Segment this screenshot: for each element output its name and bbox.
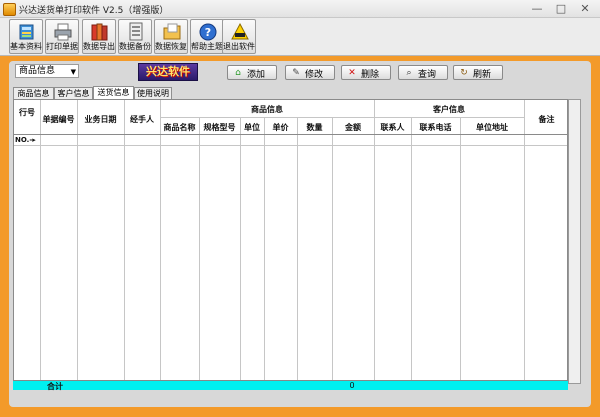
brand-logo: 兴达软件	[138, 63, 198, 81]
col-spec: 规格型号	[203, 123, 236, 132]
window-title: 兴达送货单打印软件 V2.5（增强版）	[19, 6, 169, 16]
data-restore-button[interactable]: 数据恢复	[154, 19, 188, 54]
content-panel: 商品信息 ▼ 兴达软件 ⌂ 添加 ✎ 修改 ✕ 删除 ⌕ 查询 ↻ 刷新 商品信…	[9, 61, 591, 407]
col-bill-no: 单据编号	[42, 115, 75, 124]
books-icon	[91, 23, 108, 41]
refresh-icon: ↻	[460, 68, 468, 78]
col-row-no: 行号	[19, 108, 35, 117]
refresh-button[interactable]: ↻ 刷新	[453, 65, 503, 80]
col-address: 单位地址	[476, 123, 508, 132]
search-icon: ⌕	[406, 68, 412, 78]
close-button[interactable]: ✕	[574, 2, 596, 16]
module-select-value: 商品信息	[19, 66, 56, 76]
backup-icon	[129, 22, 143, 41]
svg-text:?: ?	[205, 26, 211, 39]
main-frame: 商品信息 ▼ 兴达软件 ⌂ 添加 ✎ 修改 ✕ 删除 ⌕ 查询 ↻ 刷新 商品信…	[0, 56, 600, 417]
col-price: 单价	[272, 123, 289, 132]
total-row: 合计 0	[13, 380, 568, 391]
home-add-icon: ⌂	[235, 68, 241, 78]
query-button[interactable]: ⌕ 查询	[398, 65, 448, 80]
chevron-down-icon: ▼	[70, 68, 76, 76]
help-icon: ?	[199, 23, 217, 41]
col-phone: 联系电话	[419, 123, 452, 132]
col-group-customer: 客户信息	[433, 105, 465, 114]
wrench-icon: ✎	[292, 68, 300, 78]
col-group-goods: 商品信息	[251, 105, 283, 114]
tab-customer-info[interactable]: 客户信息	[54, 87, 93, 99]
delete-x-icon: ✕	[348, 68, 356, 78]
basic-data-button[interactable]: 基本资料	[9, 19, 43, 54]
data-backup-button[interactable]: 数据备份	[118, 19, 152, 54]
col-contact: 联系人	[380, 123, 405, 132]
vertical-scrollbar[interactable]	[568, 99, 581, 384]
minimize-button[interactable]: —	[526, 2, 548, 16]
total-label: 合计	[47, 382, 63, 391]
edit-button[interactable]: ✎ 修改	[285, 65, 335, 80]
col-amount: 金额	[345, 123, 361, 132]
module-select[interactable]: 商品信息 ▼	[15, 64, 79, 78]
total-amount: 0	[349, 381, 355, 390]
col-biz-date: 业务日期	[84, 115, 117, 124]
restore-folder-icon	[163, 23, 181, 40]
delete-button[interactable]: ✕ 删除	[341, 65, 391, 80]
database-icon	[19, 24, 34, 40]
delivery-table[interactable]: 行号 单据编号 业务日期 经手人 商品信息 商品名称 规格型号 单位 单价 数量…	[13, 99, 568, 384]
tab-goods-info[interactable]: 商品信息	[13, 87, 54, 99]
col-unit: 单位	[244, 123, 260, 132]
maximize-button[interactable]: □	[550, 2, 572, 16]
printer-icon	[54, 23, 72, 41]
exit-software-button[interactable]: 退出软件	[222, 19, 256, 54]
col-handler: 经手人	[130, 115, 154, 124]
col-remark: 备注	[538, 115, 555, 124]
exit-icon	[231, 22, 249, 40]
col-goods-name: 商品名称	[163, 123, 196, 132]
tab-delivery-info[interactable]: 送货信息	[93, 86, 134, 99]
data-export-button[interactable]: 数据导出	[82, 19, 116, 54]
add-button[interactable]: ⌂ 添加	[227, 65, 277, 80]
title-bar: 兴达送货单打印软件 V2.5（增强版） — □ ✕	[0, 0, 600, 18]
main-toolbar: 基本资料 打印单据 数据导出 数据备份 数据恢复 ? 帮助主题 退出软件	[0, 18, 600, 56]
tab-usage-guide[interactable]: 使用说明	[134, 87, 172, 99]
print-bill-button[interactable]: 打印单据	[45, 19, 79, 54]
new-row-marker: NO.-▸	[15, 136, 36, 144]
app-icon	[3, 3, 16, 16]
col-qty: 数量	[306, 123, 323, 132]
